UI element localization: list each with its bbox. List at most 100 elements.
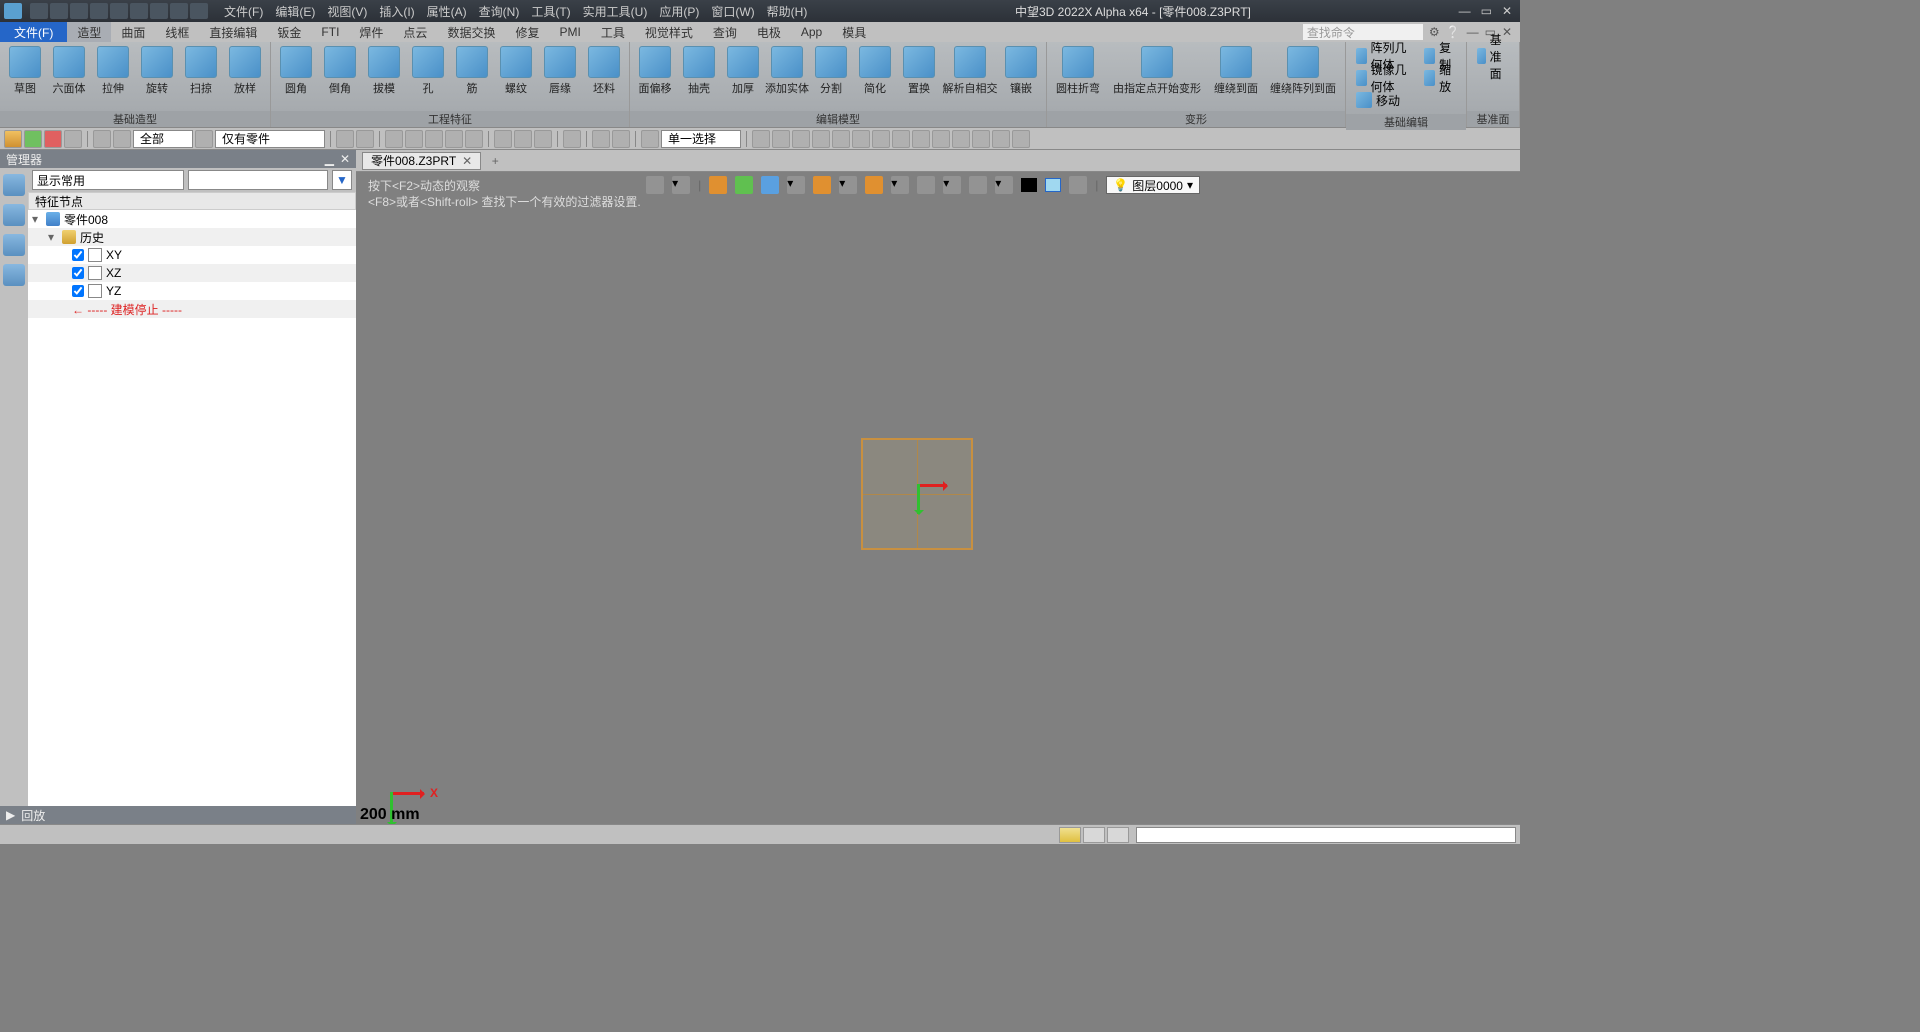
- save-icon[interactable]: [70, 3, 88, 19]
- menu-attr[interactable]: 属性(A): [427, 3, 467, 20]
- chamfer-button[interactable]: 倒角: [319, 44, 361, 96]
- tb-icon[interactable]: [641, 130, 659, 148]
- ct-bulb-icon[interactable]: [1069, 176, 1087, 194]
- tab-heal[interactable]: 修复: [505, 22, 549, 42]
- command-input[interactable]: [1136, 827, 1516, 843]
- close-icon[interactable]: ✕: [1502, 4, 1512, 18]
- tb-icon[interactable]: [405, 130, 423, 148]
- ct-icon[interactable]: ▾: [995, 176, 1013, 194]
- new-icon[interactable]: [30, 3, 48, 19]
- sb-icon[interactable]: [1059, 827, 1081, 843]
- addsolid-button[interactable]: 添加实体: [766, 44, 808, 96]
- ct-icon[interactable]: [761, 176, 779, 194]
- tab-fti[interactable]: FTI: [311, 22, 349, 42]
- simplify-button[interactable]: 简化: [854, 44, 896, 96]
- ct-icon[interactable]: [709, 176, 727, 194]
- tb-icon[interactable]: [1012, 130, 1030, 148]
- tab-inquire[interactable]: 查询: [703, 22, 747, 42]
- tab-surface[interactable]: 曲面: [111, 22, 155, 42]
- hole-button[interactable]: 孔: [407, 44, 449, 96]
- viewport[interactable]: 按下<F2>动态的观察 <F8>或者<Shift-roll> 查找下一个有效的过…: [356, 172, 1520, 824]
- wraptoface-button[interactable]: 缠绕到面: [1209, 44, 1263, 96]
- tb-icon[interactable]: [336, 130, 354, 148]
- resolveselfintersect-button[interactable]: 解析自相交: [942, 44, 998, 96]
- tb-icon[interactable]: [772, 130, 790, 148]
- panel-minimize-icon[interactable]: ▁: [325, 152, 334, 166]
- settings-icon[interactable]: ⚙: [1429, 25, 1440, 39]
- ct-icon[interactable]: ▾: [943, 176, 961, 194]
- open-icon[interactable]: [50, 3, 68, 19]
- help-icon[interactable]: ❔: [1446, 25, 1461, 39]
- ct-icon[interactable]: [969, 176, 987, 194]
- extrude-button[interactable]: 拉伸: [92, 44, 134, 96]
- tb-icon[interactable]: [356, 130, 374, 148]
- undo-icon[interactable]: [130, 3, 148, 19]
- tb-icon[interactable]: [445, 130, 463, 148]
- tb-remove-icon[interactable]: [44, 130, 62, 148]
- tab-pointcloud[interactable]: 点云: [393, 22, 437, 42]
- tb-icon[interactable]: [425, 130, 443, 148]
- tb-icon[interactable]: [812, 130, 830, 148]
- color-swatch-black[interactable]: [1021, 178, 1037, 192]
- tab-weldment[interactable]: 焊件: [349, 22, 393, 42]
- tb-icon[interactable]: [912, 130, 930, 148]
- menu-utils[interactable]: 实用工具(U): [583, 3, 648, 20]
- tb-icon[interactable]: [832, 130, 850, 148]
- tree-history[interactable]: 历史: [80, 229, 104, 246]
- tree-plane-yz[interactable]: YZ: [106, 284, 121, 298]
- panel-close-icon[interactable]: ✕: [340, 152, 350, 166]
- sidebar-user-icon[interactable]: [3, 264, 25, 286]
- ct-icon[interactable]: ▾: [787, 176, 805, 194]
- menu-file[interactable]: 文件(F): [224, 3, 263, 20]
- hexahedron-button[interactable]: 六面体: [48, 44, 90, 96]
- faceoffset-button[interactable]: 面偏移: [634, 44, 676, 96]
- menu-window[interactable]: 窗口(W): [711, 3, 754, 20]
- tab-directedit[interactable]: 直接编辑: [199, 22, 267, 42]
- tab-sheetmetal[interactable]: 钣金: [267, 22, 311, 42]
- menu-app[interactable]: 应用(P): [659, 3, 699, 20]
- layer-dropdown[interactable]: 💡图层0000▾: [1106, 176, 1200, 194]
- tb-icon[interactable]: [612, 130, 630, 148]
- ct-icon[interactable]: [813, 176, 831, 194]
- tab-electrode[interactable]: 电极: [747, 22, 791, 42]
- maximize-icon[interactable]: ▭: [1481, 4, 1492, 18]
- menu-tools[interactable]: 工具(T): [531, 3, 570, 20]
- tb-icon[interactable]: [792, 130, 810, 148]
- tab-pmi[interactable]: PMI: [549, 22, 590, 42]
- split-button[interactable]: 分割: [810, 44, 852, 96]
- tab-wireframe[interactable]: 线框: [155, 22, 199, 42]
- selectmode-dropdown[interactable]: 单一选择: [661, 130, 741, 148]
- thicken-button[interactable]: 加厚: [722, 44, 764, 96]
- ct-icon[interactable]: [917, 176, 935, 194]
- datumplane-button[interactable]: 基准面: [1473, 46, 1513, 66]
- command-search[interactable]: 查找命令: [1303, 24, 1423, 40]
- sidebar-part-icon[interactable]: [3, 174, 25, 196]
- ct-icon[interactable]: [865, 176, 883, 194]
- ct-icon[interactable]: ▾: [672, 176, 690, 194]
- tb-icon[interactable]: [195, 130, 213, 148]
- stock-button[interactable]: 坯料: [583, 44, 625, 96]
- lip-button[interactable]: 唇缘: [539, 44, 581, 96]
- tb-icon[interactable]: [563, 130, 581, 148]
- menu-help[interactable]: 帮助(H): [767, 3, 808, 20]
- tb-icon[interactable]: [992, 130, 1010, 148]
- rib-button[interactable]: 筋: [451, 44, 493, 96]
- tb-icon[interactable]: [592, 130, 610, 148]
- menu-query[interactable]: 查询(N): [479, 3, 520, 20]
- thread-button[interactable]: 螺纹: [495, 44, 537, 96]
- sidebar-cube-icon[interactable]: [3, 204, 25, 226]
- tb-icon[interactable]: [113, 130, 131, 148]
- shell-button[interactable]: 抽壳: [678, 44, 720, 96]
- plane-xy-checkbox[interactable]: [72, 249, 84, 261]
- fillet-button[interactable]: 圆角: [275, 44, 317, 96]
- tb-icon[interactable]: [465, 130, 483, 148]
- draft-button[interactable]: 拔模: [363, 44, 405, 96]
- loft-button[interactable]: 放样: [224, 44, 266, 96]
- tb-icon[interactable]: [385, 130, 403, 148]
- cylbend-button[interactable]: 圆柱折弯: [1051, 44, 1105, 96]
- tab-close-icon[interactable]: ✕: [462, 154, 472, 168]
- tab-dataexchange[interactable]: 数据交换: [437, 22, 505, 42]
- tab-tools[interactable]: 工具: [591, 22, 635, 42]
- tb-icon[interactable]: [872, 130, 890, 148]
- tb-icon[interactable]: [952, 130, 970, 148]
